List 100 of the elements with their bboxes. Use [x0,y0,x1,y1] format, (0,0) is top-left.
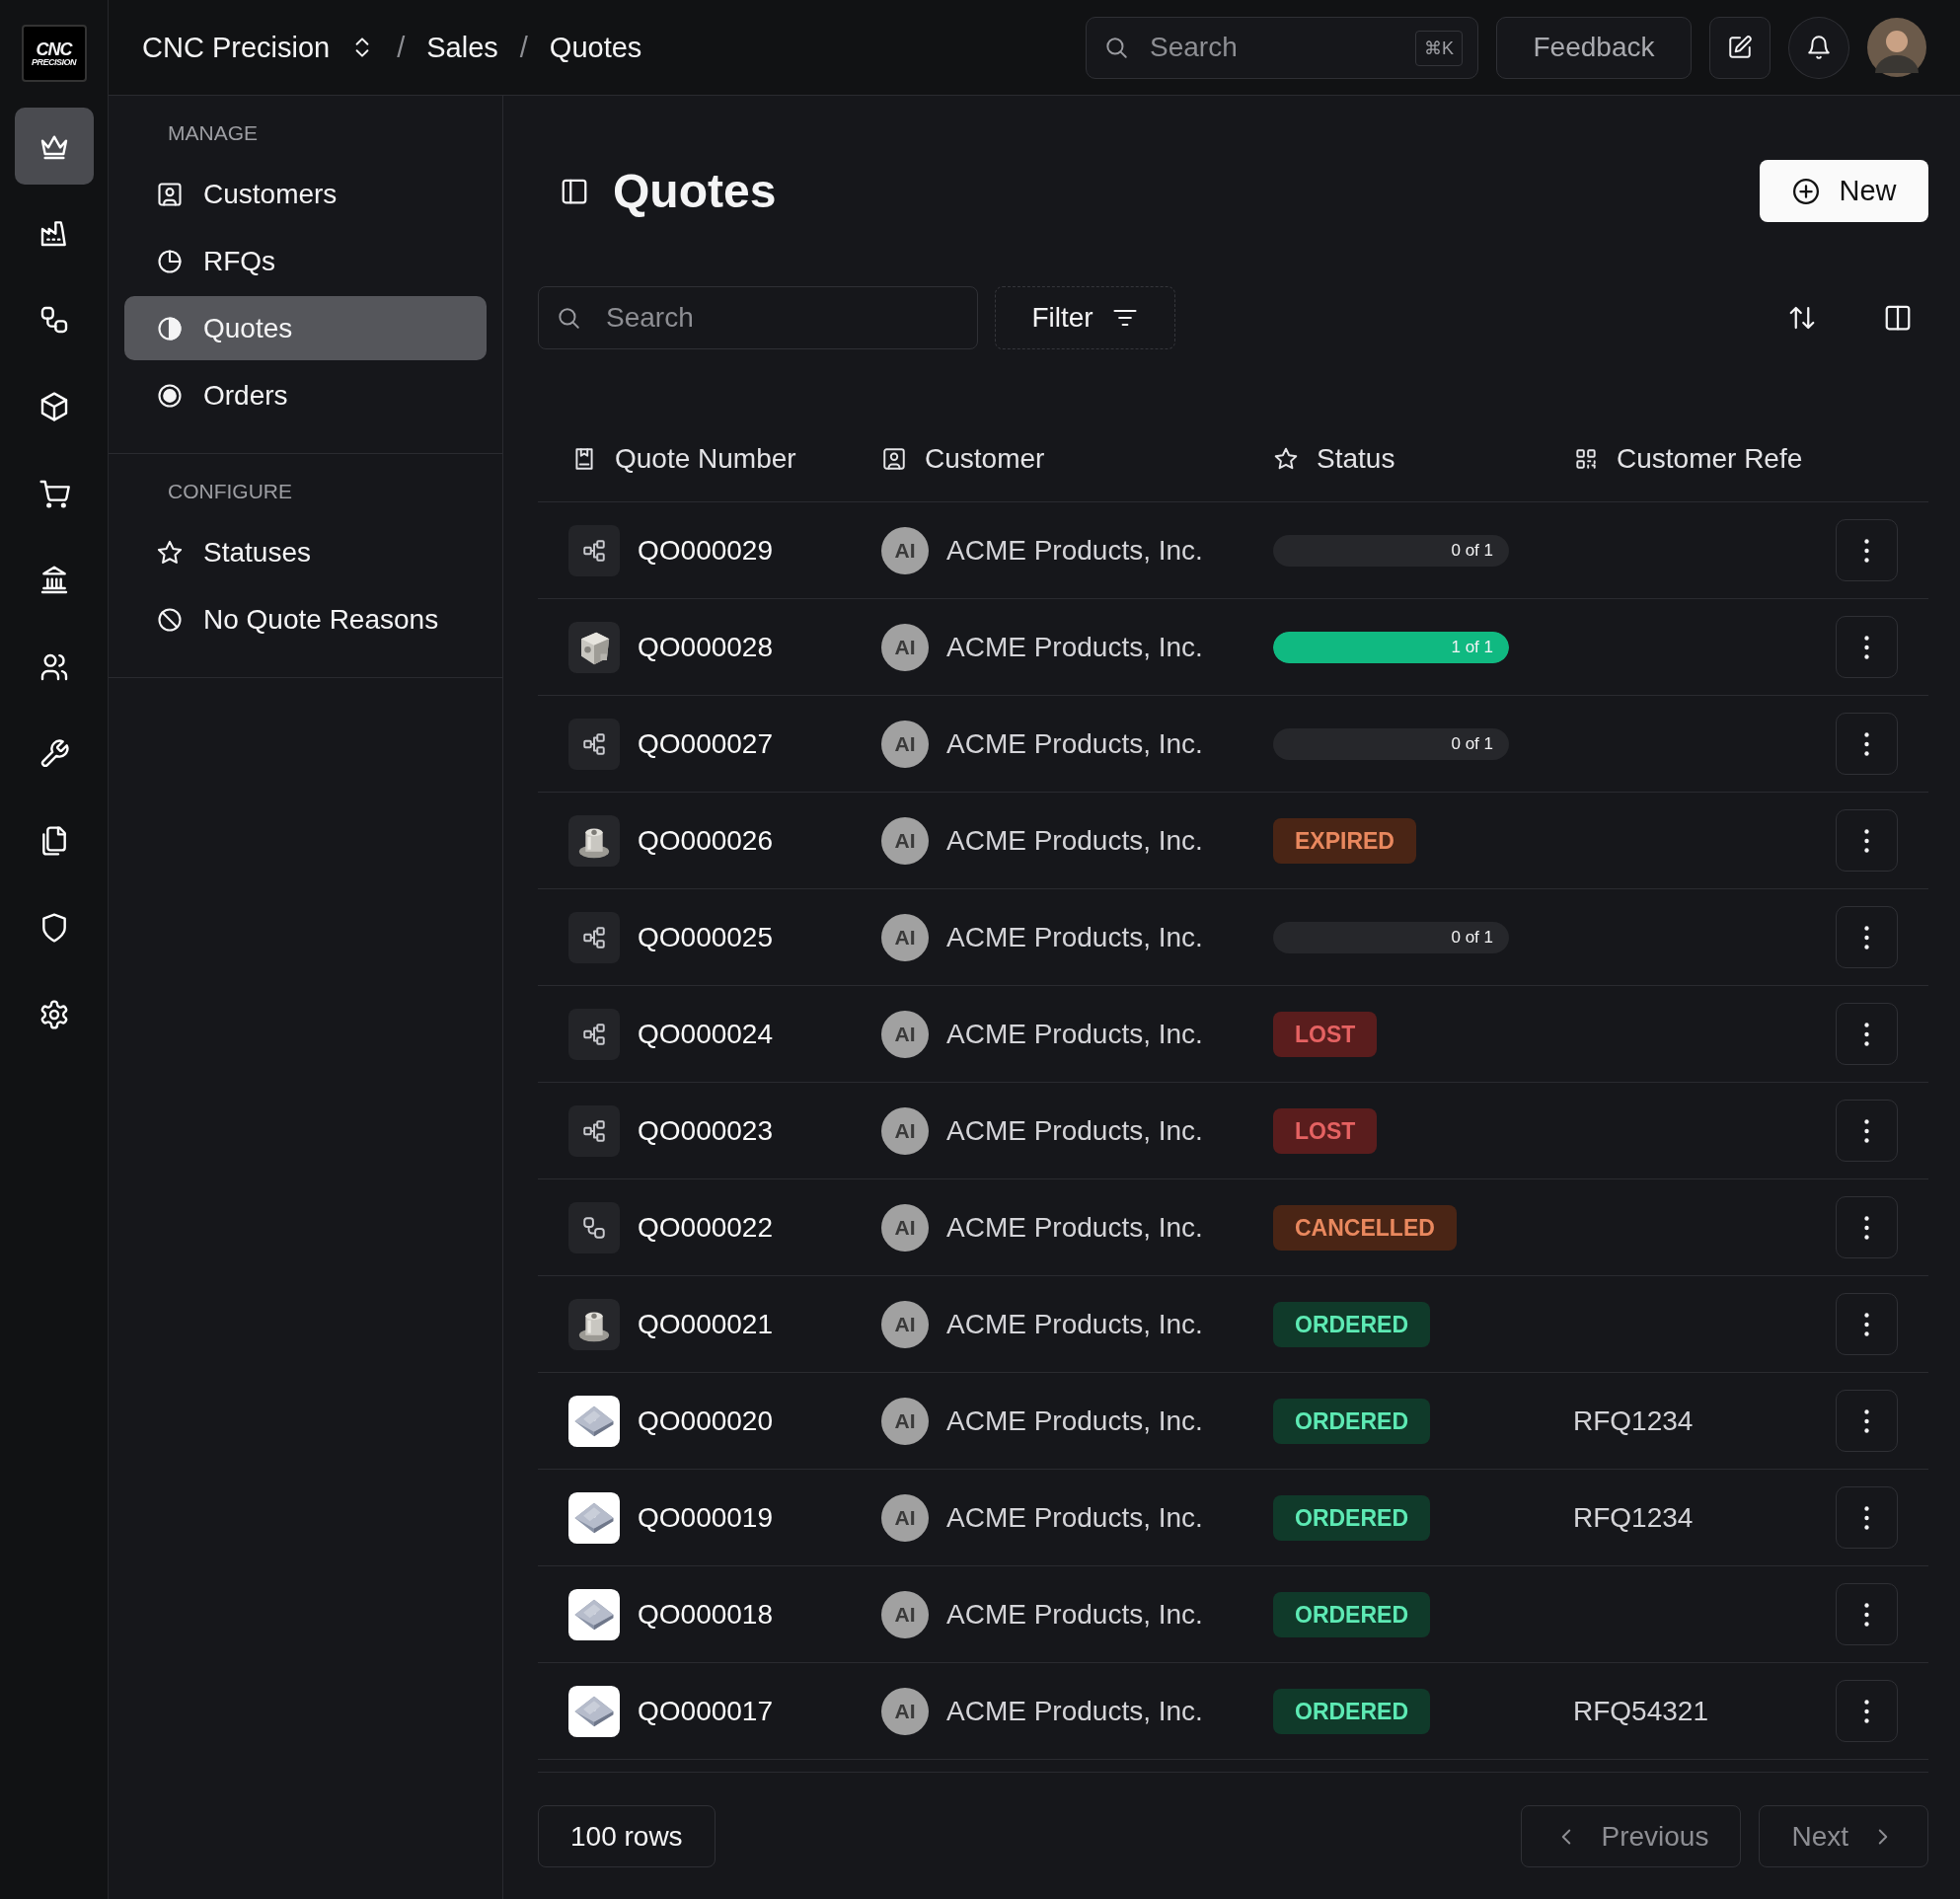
sidebar-item[interactable]: RFQs [124,229,487,293]
rows-per-page-button[interactable]: 100 rows [538,1805,716,1867]
column-header[interactable]: Quote Number [538,442,881,475]
quote-number[interactable]: QO000023 [638,1114,773,1147]
sidebar-item[interactable]: Orders [124,363,487,427]
customer-avatar: AI [881,1687,929,1735]
quote-number[interactable]: QO000025 [638,921,773,953]
customer-avatar: AI [881,913,929,961]
column-header[interactable]: Customer Refe [1573,442,1836,475]
customer-avatar: AI [881,1493,929,1542]
customer-name: ACME Products, Inc. [946,1018,1203,1050]
progress-reading: 1 of 1 [1451,636,1493,658]
search-field[interactable]: Search [538,286,978,349]
previous-button[interactable]: Previous [1521,1805,1742,1867]
kebab-icon [1864,1022,1869,1046]
tree-diagram-icon [581,537,607,564]
breadcrumb-separator: / [519,31,528,64]
quote-number[interactable]: QO000020 [638,1405,773,1437]
kebab-icon [1864,1312,1869,1336]
tree-diagram-icon [581,924,607,950]
quote-number[interactable]: QO000024 [638,1018,773,1050]
kebab-icon [1864,1699,1869,1723]
kebab-icon [1864,1602,1869,1627]
quote-number[interactable]: QO000017 [638,1695,773,1727]
customer-reference: RFQ1234 [1573,1501,1694,1534]
status-badge: ORDERED [1273,1591,1430,1637]
sidebar-item[interactable]: Customers [124,162,487,226]
ban-icon [156,605,184,634]
quote-number[interactable]: QO000018 [638,1598,773,1631]
quote-number[interactable]: QO000022 [638,1211,773,1244]
star-icon [1273,445,1299,472]
kebab-icon [1864,1408,1869,1433]
customer-avatar: AI [881,720,929,768]
customer-avatar: AI [881,1203,929,1252]
customer-name: ACME Products, Inc. [946,1598,1203,1631]
bell-icon [1806,35,1832,60]
radio-dot-icon [156,381,184,410]
rail-nav-button[interactable] [14,108,94,185]
customer-reference: RFQ1234 [1573,1405,1694,1437]
progress-reading: 0 of 1 [1451,539,1493,562]
customer-name: ACME Products, Inc. [946,1211,1203,1244]
page-title: Quotes [613,164,777,218]
contact-icon [156,180,184,208]
customer-avatar: AI [881,1010,929,1058]
customer-name: ACME Products, Inc. [946,1695,1203,1727]
sidebar-item[interactable]: Quotes [124,296,487,360]
star-icon [156,538,184,567]
status-badge: LOST [1273,1107,1378,1154]
tree-diagram-icon [581,730,607,757]
feedback-button[interactable]: Feedback [1496,16,1692,79]
sidebar-item[interactable]: Statuses [124,520,487,584]
quote-number[interactable]: QO000029 [638,534,773,567]
kebab-icon [1864,635,1869,659]
kebab-icon [1864,1505,1869,1530]
filter-button[interactable]: Filter [995,286,1175,349]
new-button[interactable]: New [1760,160,1928,222]
contact-icon [881,445,907,472]
quote-number[interactable]: QO000027 [638,727,773,760]
next-button[interactable]: Next [1759,1805,1928,1867]
quote-number[interactable]: QO000019 [638,1501,773,1534]
shortcut-hint: ⌘K [1415,30,1463,66]
quote-number[interactable]: QO000021 [638,1308,773,1340]
status-badge: ORDERED [1273,1494,1430,1541]
customer-name: ACME Products, Inc. [946,1405,1203,1437]
customer-name: ACME Products, Inc. [946,1308,1203,1340]
kebab-icon [1864,1118,1869,1143]
search-icon [556,305,581,331]
breadcrumb-link[interactable]: Sales [426,31,498,64]
avatar[interactable] [1867,18,1926,77]
customer-name: ACME Products, Inc. [946,534,1203,567]
kebab-icon [1864,731,1869,756]
column-header[interactable]: Customer [881,442,1273,475]
half-circle-icon [156,314,184,342]
column-header[interactable]: Status [1273,442,1573,475]
status-badge: ORDERED [1273,1688,1430,1734]
sidebar-item[interactable]: No Quote Reasons [124,587,487,651]
section-heading: CONFIGURE [167,480,293,504]
customer-avatar: AI [881,816,929,865]
customer-avatar: AI [881,1300,929,1348]
customer-avatar: AI [881,623,929,671]
status-badge: CANCELLED [1273,1204,1457,1251]
plus-circle-icon [1791,176,1822,206]
customer-name: ACME Products, Inc. [946,921,1203,953]
edit-button[interactable] [1709,16,1771,79]
customer-avatar: AI [881,1397,929,1445]
columns-icon[interactable] [1883,303,1913,333]
shapes-icon [581,1214,607,1241]
logo[interactable]: CNC PRECISION [21,25,87,82]
quote-number[interactable]: QO000026 [638,824,773,857]
org-switcher[interactable]: CNC Precision [142,31,376,64]
status-badge: ORDERED [1273,1301,1430,1347]
kebab-icon [1864,1215,1869,1240]
edit-icon [1727,35,1753,60]
progress-reading: 0 of 1 [1451,732,1493,755]
breadcrumb-separator: / [397,31,406,64]
section-heading: MANAGE [167,121,259,146]
breadcrumb-link[interactable]: Quotes [549,31,642,64]
kebab-icon [1864,925,1869,950]
cart-icon [38,478,70,509]
quote-number[interactable]: QO000028 [638,631,773,663]
